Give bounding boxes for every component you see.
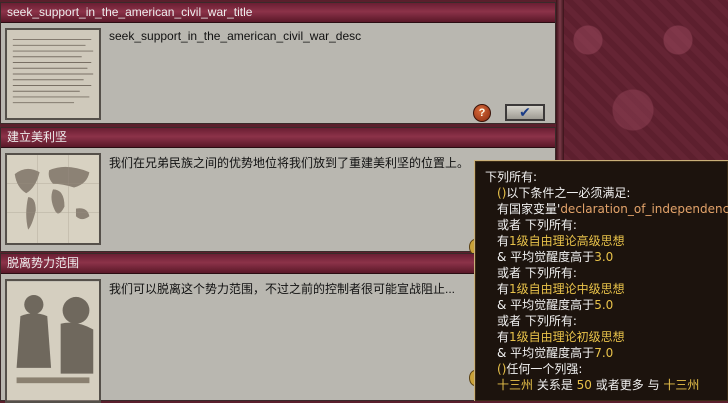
event-title: seek_support_in_the_american_civil_war_t… — [1, 3, 555, 23]
requirements-tooltip: 下列所有: ()以下条件之一必须满足: 有国家变量'declaration_of… — [474, 160, 728, 401]
event-panel-1: seek_support_in_the_american_civil_war_t… — [0, 2, 556, 124]
condition-any: ()以下条件之一必须满足: — [497, 186, 631, 200]
condition-relation: 十三州 关系是 50 或者更多 与 十三州 — [497, 378, 700, 392]
document-image — [5, 28, 101, 120]
condition-ideology-low: 有1级自由理论初级思想 — [497, 330, 625, 344]
event-title: 建立美利坚 — [1, 128, 555, 148]
event-description: seek_support_in_the_american_civil_war_d… — [109, 29, 362, 43]
tooltip-header: 下列所有: — [485, 170, 538, 184]
condition-consciousness-3: & 平均觉醒度高于7.0 — [497, 346, 614, 360]
event-title: 脱离势力范围 — [1, 254, 555, 274]
world-map-image — [5, 153, 101, 245]
cartoon-image — [5, 279, 101, 403]
condition-or-1: 或者 下列所有: — [497, 218, 577, 232]
condition-or-2: 或者 下列所有: — [497, 266, 577, 280]
condition-consciousness-2: & 平均觉醒度高于5.0 — [497, 298, 614, 312]
condition-variable: 有国家变量'declaration_of_independence_3' — [497, 202, 728, 216]
confirm-button[interactable]: ✔ — [505, 104, 545, 121]
condition-any-power: ()任何一个列强: — [497, 362, 583, 376]
event-panel-3: 脱离势力范围 我们可以脱离这个势力范围，不过之前的控制者很可能宣战阻止... — [0, 253, 556, 403]
condition-ideology-mid: 有1级自由理论中级思想 — [497, 282, 625, 296]
event-panel-2: 建立美利坚 我们在兄弟民族之间的优势地位将我们放到了重建美利坚的位置上。 — [0, 127, 556, 255]
help-button[interactable]: ? — [473, 104, 491, 122]
checkmark-icon: ✔ — [519, 104, 531, 120]
condition-consciousness-1: & 平均觉醒度高于3.0 — [497, 250, 614, 264]
condition-or-3: 或者 下列所有: — [497, 314, 577, 328]
condition-ideology-high: 有1级自由理论高级思想 — [497, 234, 625, 248]
